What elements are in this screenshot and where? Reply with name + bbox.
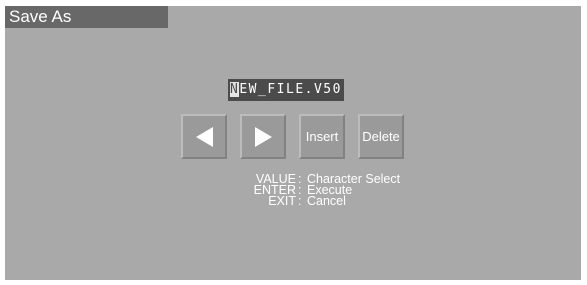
help-text: VALUE : Character Select ENTER : Execute…	[5, 173, 581, 208]
help-key: EXIT	[268, 194, 296, 208]
cursor-right-button[interactable]	[240, 114, 286, 159]
filename-cursor-char: N	[230, 82, 240, 97]
cursor-left-button[interactable]	[181, 114, 227, 159]
dialog-title: Save As	[5, 6, 168, 28]
help-line-exit: EXIT : Cancel	[5, 194, 581, 208]
filename-text: EW_FILE.V50	[239, 82, 342, 97]
delete-button[interactable]: Delete	[358, 114, 404, 159]
right-arrow-icon	[254, 126, 272, 147]
help-description: Cancel	[307, 194, 346, 208]
help-separator: :	[298, 194, 302, 208]
filename-field[interactable]: NEW_FILE.V50	[228, 79, 344, 101]
insert-button[interactable]: Insert	[299, 114, 345, 159]
left-arrow-icon	[195, 126, 213, 147]
save-as-screen: Save As NEW_FILE.V50 Insert Delete VALUE…	[5, 6, 581, 280]
